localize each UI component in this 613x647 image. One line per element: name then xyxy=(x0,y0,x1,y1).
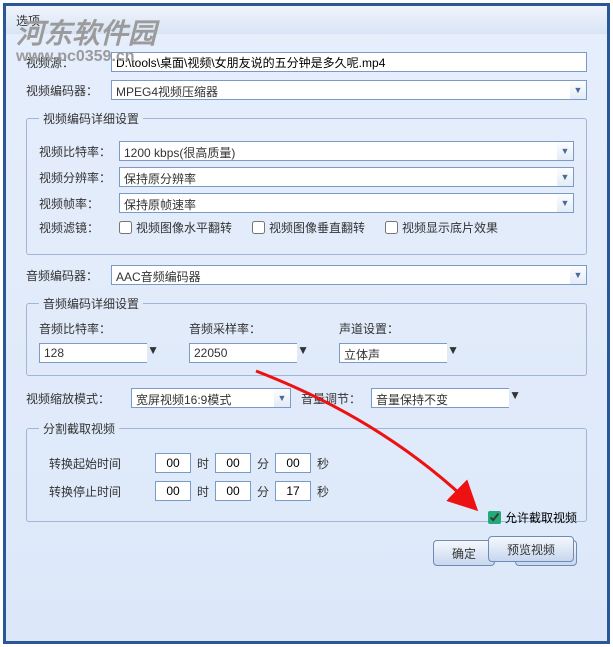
chevron-down-icon[interactable]: ▼ xyxy=(557,193,574,213)
scale-mode-label: 视频缩放模式： xyxy=(26,390,121,407)
chevron-down-icon[interactable]: ▼ xyxy=(274,388,291,408)
watermark-text: 河东软件园 xyxy=(16,18,156,49)
scale-mode-select[interactable]: 宽屏视频16:9模式 xyxy=(131,388,274,408)
audio-samplerate-label: 音频采样率： xyxy=(189,320,309,337)
start-time-label: 转换起始时间 xyxy=(39,455,149,472)
end-sec-input[interactable] xyxy=(275,481,311,501)
allow-cut-checkbox[interactable]: 允许截取视频 xyxy=(488,509,577,526)
hour-unit: 时 xyxy=(197,455,209,472)
audio-bitrate-select[interactable]: 128 xyxy=(39,343,147,363)
video-encoder-label: 视频编码器： xyxy=(26,82,111,99)
watermark-url: www.pc0359.cn xyxy=(16,48,156,66)
sec-unit: 秒 xyxy=(317,483,329,500)
volume-select[interactable]: 音量保持不变 xyxy=(371,388,509,408)
chevron-down-icon[interactable]: ▼ xyxy=(557,141,574,161)
hour-unit: 时 xyxy=(197,483,209,500)
audio-channel-label: 声道设置： xyxy=(339,320,459,337)
audio-detail-legend: 音频编码详细设置 xyxy=(39,295,143,312)
audio-encoder-select[interactable]: AAC音频编码器 xyxy=(111,265,570,285)
video-source-input[interactable] xyxy=(111,52,587,72)
chevron-down-icon[interactable]: ▼ xyxy=(297,343,309,363)
negative-checkbox[interactable]: 视频显示底片效果 xyxy=(385,219,498,236)
video-detail-fieldset: 视频编码详细设置 视频比特率： 1200 kbps(很高质量) ▼ 视频分辨率：… xyxy=(26,110,587,255)
chevron-down-icon[interactable]: ▼ xyxy=(509,388,521,408)
video-detail-legend: 视频编码详细设置 xyxy=(39,110,143,127)
min-unit: 分 xyxy=(257,455,269,472)
audio-encoder-label: 音频编码器： xyxy=(26,267,111,284)
watermark: 河东软件园 www.pc0359.cn xyxy=(16,12,156,66)
chevron-down-icon[interactable]: ▼ xyxy=(557,167,574,187)
sec-unit: 秒 xyxy=(317,455,329,472)
end-time-label: 转换停止时间 xyxy=(39,483,149,500)
min-unit: 分 xyxy=(257,483,269,500)
video-resolution-label: 视频分辨率： xyxy=(39,169,119,186)
chevron-down-icon[interactable]: ▼ xyxy=(570,265,587,285)
video-bitrate-select[interactable]: 1200 kbps(很高质量) xyxy=(119,141,557,161)
video-filter-label: 视频滤镜： xyxy=(39,219,119,236)
video-encoder-select[interactable]: MPEG4视频压缩器 xyxy=(111,80,570,100)
video-bitrate-label: 视频比特率： xyxy=(39,143,119,160)
start-sec-input[interactable] xyxy=(275,453,311,473)
volume-label: 音量调节： xyxy=(301,390,361,407)
audio-detail-fieldset: 音频编码详细设置 音频比特率： 128 ▼ 音频采样率： 22050 ▼ xyxy=(26,295,587,376)
start-min-input[interactable] xyxy=(215,453,251,473)
chevron-down-icon[interactable]: ▼ xyxy=(447,343,459,363)
audio-channel-select[interactable]: 立体声 xyxy=(339,343,447,363)
video-resolution-select[interactable]: 保持原分辨率 xyxy=(119,167,557,187)
video-framerate-select[interactable]: 保持原帧速率 xyxy=(119,193,557,213)
video-framerate-label: 视频帧率： xyxy=(39,195,119,212)
audio-samplerate-select[interactable]: 22050 xyxy=(189,343,297,363)
end-hour-input[interactable] xyxy=(155,481,191,501)
start-hour-input[interactable] xyxy=(155,453,191,473)
allow-cut-label: 允许截取视频 xyxy=(505,509,577,526)
split-fieldset: 分割截取视频 转换起始时间 时 分 秒 转换停止时间 时 分 秒 xyxy=(26,420,587,522)
ok-button[interactable]: 确定 xyxy=(433,540,495,566)
chevron-down-icon[interactable]: ▼ xyxy=(147,343,159,363)
audio-bitrate-label: 音频比特率： xyxy=(39,320,159,337)
flip-v-checkbox[interactable]: 视频图像垂直翻转 xyxy=(252,219,365,236)
split-legend: 分割截取视频 xyxy=(39,420,119,437)
end-min-input[interactable] xyxy=(215,481,251,501)
chevron-down-icon[interactable]: ▼ xyxy=(570,80,587,100)
preview-video-button[interactable]: 预览视频 xyxy=(488,536,574,562)
flip-h-checkbox[interactable]: 视频图像水平翻转 xyxy=(119,219,232,236)
